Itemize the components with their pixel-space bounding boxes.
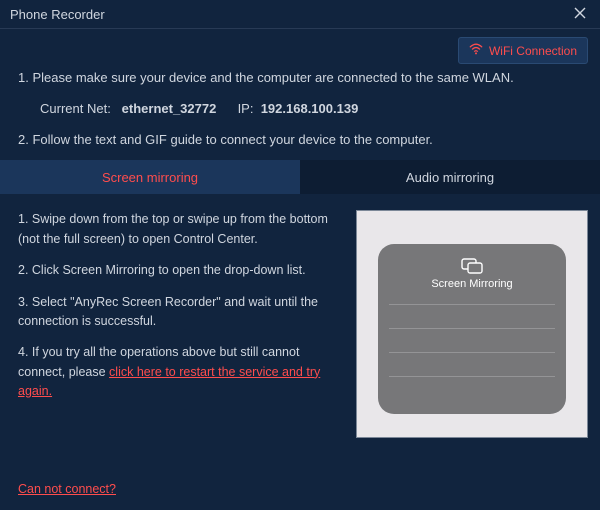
ip-label: IP: (238, 101, 254, 116)
footer: Can not connect? (18, 481, 116, 496)
step-3: 3. Select "AnyRec Screen Recorder" and w… (18, 293, 342, 332)
screen-mirroring-icon (461, 258, 483, 274)
wifi-connection-label: WiFi Connection (489, 44, 577, 58)
list-item (389, 352, 554, 376)
ip-value: 192.168.100.139 (261, 101, 359, 116)
current-net-label: Current Net: (40, 101, 111, 116)
intro-block: 1. Please make sure your device and the … (0, 68, 600, 160)
control-center-panel: Screen Mirroring (378, 244, 566, 414)
gif-guide: Screen Mirroring (356, 210, 588, 438)
top-bar: WiFi Connection (0, 29, 600, 68)
step-4: 4. If you try all the operations above b… (18, 343, 342, 401)
list-item (389, 376, 554, 400)
step-1: 1. Swipe down from the top or swipe up f… (18, 210, 342, 249)
mirror-tabs: Screen mirroring Audio mirroring (0, 160, 600, 194)
step-list: 1. Swipe down from the top or swipe up f… (18, 210, 342, 438)
wifi-icon (469, 42, 483, 59)
step-2: 2. Click Screen Mirroring to open the dr… (18, 261, 342, 280)
close-button[interactable] (570, 4, 590, 24)
intro-line-1: 1. Please make sure your device and the … (18, 68, 582, 89)
title-bar: Phone Recorder (0, 0, 600, 28)
network-line: Current Net: ethernet_32772 IP: 192.168.… (18, 99, 582, 120)
wifi-connection-button[interactable]: WiFi Connection (458, 37, 588, 64)
current-net-value: ethernet_32772 (122, 101, 217, 116)
control-center-rows (389, 304, 554, 400)
window-title: Phone Recorder (10, 7, 105, 22)
intro-line-2: 2. Follow the text and GIF guide to conn… (18, 130, 582, 151)
content-area: 1. Swipe down from the top or swipe up f… (0, 194, 600, 438)
cannot-connect-link[interactable]: Can not connect? (18, 482, 116, 496)
close-icon (574, 7, 586, 22)
control-center-label: Screen Mirroring (431, 278, 512, 290)
list-item (389, 304, 554, 328)
list-item (389, 328, 554, 352)
tab-audio-mirroring[interactable]: Audio mirroring (300, 160, 600, 194)
tab-screen-mirroring[interactable]: Screen mirroring (0, 160, 300, 194)
